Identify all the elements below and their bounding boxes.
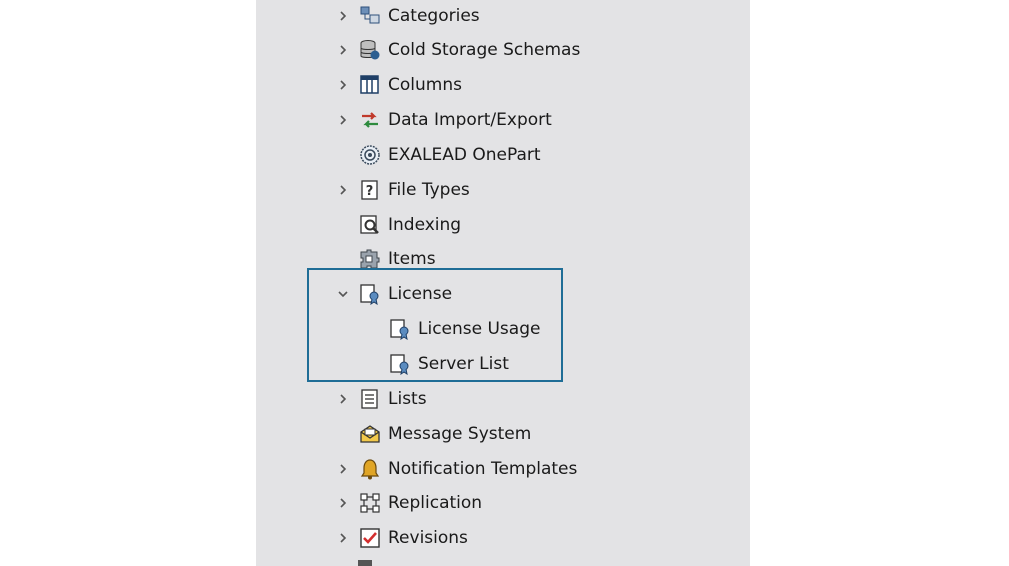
database-icon	[358, 38, 382, 62]
tree-item-label: Cold Storage Schemas	[388, 40, 581, 60]
tree-item-server-list[interactable]: Server List	[388, 349, 509, 379]
tree-item-label: Lists	[388, 389, 427, 409]
tree-item-license[interactable]: License	[334, 279, 452, 309]
chevron-right-icon[interactable]	[334, 7, 352, 25]
tree-item-indexing[interactable]: Indexing	[358, 210, 461, 240]
partial-row-indicator	[358, 560, 372, 566]
message-system-icon	[358, 422, 382, 446]
tree-item-data-import-export[interactable]: Data Import/Export	[334, 105, 552, 135]
tree-panel: Categories Cold Storage Schemas Columns …	[256, 0, 750, 566]
replication-icon	[358, 491, 382, 515]
tree-item-items[interactable]: Items	[358, 244, 436, 274]
tree-item-label: Indexing	[388, 215, 462, 235]
tree-item-exalead-onepart[interactable]: EXALEAD OnePart	[358, 140, 541, 170]
exalead-icon	[358, 143, 382, 167]
tree-item-label: Categories	[388, 6, 480, 26]
tree-item-label: Message System	[388, 424, 532, 444]
chevron-right-icon[interactable]	[334, 529, 352, 547]
columns-icon	[358, 73, 382, 97]
tree-item-label: Columns	[388, 75, 462, 95]
items-icon	[358, 247, 382, 271]
chevron-right-icon[interactable]	[334, 181, 352, 199]
chevron-right-icon[interactable]	[334, 111, 352, 129]
chevron-down-icon[interactable]	[334, 285, 352, 303]
tree-item-notification-templates[interactable]: Notification Templates	[334, 454, 577, 484]
tree-item-revisions[interactable]: Revisions	[334, 523, 468, 553]
tree-item-label: EXALEAD OnePart	[388, 145, 541, 165]
tree-item-label: License Usage	[418, 319, 541, 339]
revisions-icon	[358, 526, 382, 550]
tree-item-label: Data Import/Export	[388, 110, 552, 130]
chevron-right-icon[interactable]	[334, 494, 352, 512]
tree-item-cold-storage-schemas[interactable]: Cold Storage Schemas	[334, 35, 580, 65]
tree-item-message-system[interactable]: Message System	[358, 419, 531, 449]
tree-item-label: Items	[388, 249, 436, 269]
tree-item-label: Revisions	[388, 528, 468, 548]
chevron-right-icon[interactable]	[334, 460, 352, 478]
license-usage-icon	[388, 317, 412, 341]
lists-icon	[358, 387, 382, 411]
tree-item-label: Notification Templates	[388, 459, 578, 479]
indexing-icon	[358, 213, 382, 237]
tree-item-categories[interactable]: Categories	[334, 1, 480, 31]
tree-item-license-usage[interactable]: License Usage	[388, 314, 540, 344]
chevron-right-icon[interactable]	[334, 76, 352, 94]
tree-item-label: License	[388, 284, 453, 304]
tree-item-lists[interactable]: Lists	[334, 384, 427, 414]
categories-icon	[358, 4, 382, 28]
file-types-icon: ?	[358, 178, 382, 202]
server-list-icon	[388, 352, 412, 376]
chevron-right-icon[interactable]	[334, 390, 352, 408]
import-export-icon	[358, 108, 382, 132]
tree-item-columns[interactable]: Columns	[334, 70, 462, 100]
tree-item-label: File Types	[388, 180, 470, 200]
tree-item-replication[interactable]: Replication	[334, 488, 482, 518]
tree-item-file-types[interactable]: ? File Types	[334, 175, 470, 205]
bell-icon	[358, 457, 382, 481]
tree-item-label: Server List	[418, 354, 509, 374]
svg-text:?: ?	[366, 184, 374, 199]
tree-item-label: Replication	[388, 493, 483, 513]
chevron-right-icon[interactable]	[334, 41, 352, 59]
license-icon	[358, 282, 382, 306]
